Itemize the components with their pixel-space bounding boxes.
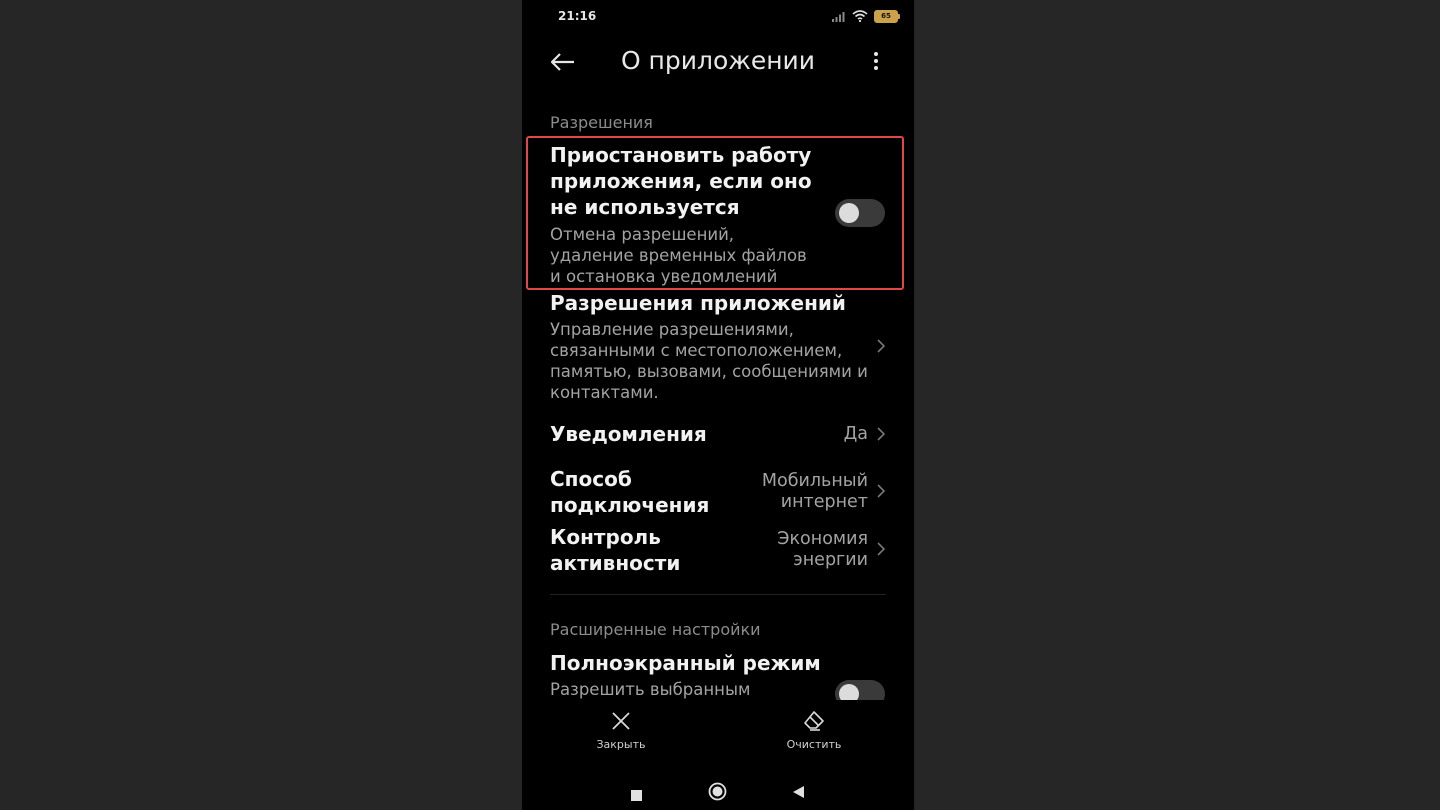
- bottom-action-bar: Закрыть Очистить: [522, 700, 914, 760]
- status-time: 21:16: [558, 9, 597, 23]
- pause-subtitle-line-3: и остановка уведомлений: [550, 267, 778, 286]
- section-label-advanced: Расширенные настройки: [550, 620, 761, 639]
- app-permissions-sub-1: Управление разрешениями,: [550, 320, 794, 339]
- activity-value-line-1: Экономия: [777, 529, 868, 549]
- clear-data-button[interactable]: Очистить: [774, 710, 854, 751]
- status-bar: 21:16 65: [522, 0, 914, 32]
- home-button[interactable]: [708, 782, 727, 805]
- notifications-title: Уведомления: [550, 422, 707, 446]
- section-divider: [550, 594, 886, 595]
- pause-title-line-2: приложения, если оно: [550, 169, 812, 193]
- home-circle-icon: [708, 782, 727, 805]
- battery-level: 65: [881, 11, 891, 20]
- clear-label: Очистить: [786, 738, 842, 751]
- recents-button[interactable]: [631, 786, 642, 805]
- notifications-row[interactable]: Уведомления: [550, 421, 886, 449]
- pause-subtitle-line-1: Отмена разрешений,: [550, 225, 735, 244]
- back-triangle-icon: [792, 784, 805, 803]
- more-vertical-icon: [866, 52, 886, 79]
- more-options-button[interactable]: [866, 49, 886, 75]
- wifi-icon: [852, 7, 868, 26]
- section-label-permissions: Разрешения: [550, 113, 653, 132]
- close-label: Закрыть: [596, 738, 646, 751]
- app-permissions-sub-4: контактами.: [550, 383, 659, 402]
- battery-icon: 65: [874, 9, 900, 23]
- pause-app-toggle[interactable]: [835, 199, 885, 227]
- chevron-right-icon: [876, 426, 886, 442]
- close-icon: [610, 712, 632, 736]
- notifications-value: Да: [843, 424, 868, 444]
- app-header: О приложении: [522, 40, 914, 84]
- page-title: О приложении: [620, 46, 816, 75]
- recents-square-icon: [631, 786, 642, 805]
- close-button[interactable]: Закрыть: [581, 710, 661, 751]
- fullscreen-title: Полноэкранный режим: [550, 651, 821, 675]
- chevron-right-icon: [876, 338, 886, 354]
- app-permissions-sub-2: связанными с местоположением,: [550, 341, 843, 360]
- connection-value: Мобильный интернет: [762, 471, 868, 513]
- activity-value-line-2: энергии: [793, 550, 868, 570]
- connection-value-line-1: Мобильный: [761, 471, 868, 491]
- system-navigation-bar: [522, 772, 914, 810]
- app-permissions-title: Разрешения приложений: [550, 291, 846, 315]
- connection-value-line-2: интернет: [780, 492, 868, 512]
- pause-title-line-1: Приостановить работу: [550, 143, 812, 167]
- nav-back-button[interactable]: [792, 784, 805, 803]
- pause-subtitle-line-2: удаление временных файлов: [550, 246, 807, 265]
- toggle-knob: [839, 203, 859, 223]
- app-permissions-row[interactable]: Разрешения приложений Управление разреше…: [550, 290, 886, 403]
- signal-icon: [832, 7, 846, 26]
- eraser-icon: [803, 711, 825, 736]
- chevron-right-icon: [876, 541, 886, 557]
- chevron-right-icon: [876, 483, 886, 499]
- app-permissions-sub-3: памятью, вызовами, сообщениями и: [550, 362, 868, 381]
- phone-screen: 21:16 65 О приложении Разрешения Приоста…: [522, 0, 914, 810]
- activity-value: Экономия энергии: [777, 529, 868, 571]
